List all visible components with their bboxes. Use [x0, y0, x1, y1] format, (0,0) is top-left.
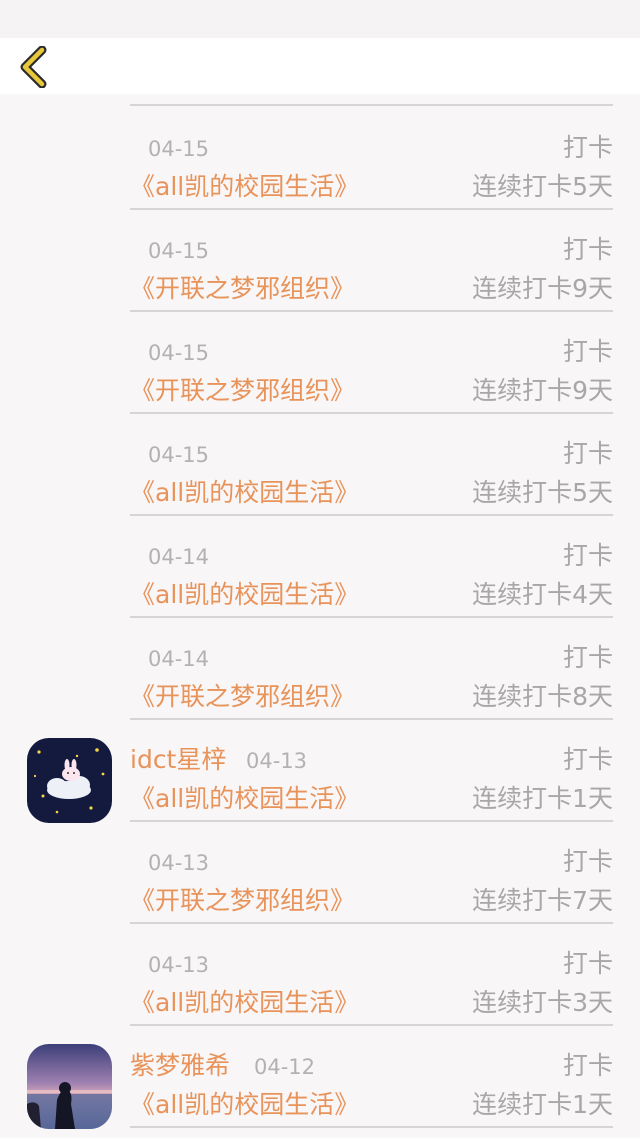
checkin-date: 04-14 — [148, 647, 210, 671]
checkin-action-label: 打卡 — [562, 541, 613, 570]
checkin-row[interactable]: 04-14 打卡 《all凯的校园生活》 连续打卡4天 — [0, 514, 640, 618]
checkin-action-label: 打卡 — [562, 1051, 613, 1080]
streak-count: 连续打卡9天 — [472, 274, 613, 303]
book-title-link[interactable]: 《all凯的校园生活》 — [130, 1088, 359, 1122]
checkin-action-label: 打卡 — [562, 847, 613, 876]
checkin-date: 04-13 — [148, 851, 210, 875]
checkin-action-label: 打卡 — [562, 949, 613, 978]
checkin-row[interactable]: 04-13 打卡 《all凯的校园生活》 连续打卡3天 — [0, 922, 640, 1026]
checkin-date: 04-13 — [246, 749, 308, 773]
streak-count: 连续打卡3天 — [472, 988, 613, 1017]
checkin-row[interactable]: 04-15 打卡 《all凯的校园生活》 连续打卡5天 — [0, 412, 640, 516]
checkin-action-label: 打卡 — [562, 439, 613, 468]
chevron-left-icon — [20, 46, 47, 88]
checkin-action-label: 打卡 — [562, 337, 613, 366]
checkin-row[interactable]: 04-14 打卡 《开联之梦邪组织》 连续打卡8天 — [0, 616, 640, 720]
checkin-date: 04-15 — [148, 137, 210, 161]
streak-count: 连续打卡5天 — [472, 172, 613, 201]
checkin-action-label: 打卡 — [562, 133, 613, 162]
checkin-row[interactable]: 04-13 打卡 《开联之梦邪组织》 连续打卡7天 — [0, 820, 640, 924]
checkin-date: 04-13 — [148, 953, 210, 977]
avatar[interactable] — [27, 1044, 112, 1129]
book-title-link[interactable]: 《开联之梦邪组织》 — [130, 272, 355, 306]
divider — [130, 1126, 613, 1128]
avatar-image — [27, 1044, 112, 1129]
checkin-row[interactable]: 04-15 打卡 《开联之梦邪组织》 连续打卡9天 — [0, 310, 640, 414]
checkin-date: 04-15 — [148, 443, 210, 467]
status-bar — [0, 0, 640, 38]
checkin-action-label: 打卡 — [562, 235, 613, 264]
checkin-action-label: 打卡 — [562, 643, 613, 672]
streak-count: 连续打卡8天 — [472, 682, 613, 711]
top-bar — [0, 38, 640, 94]
checkin-action-label: 打卡 — [562, 745, 613, 774]
avatar[interactable] — [27, 738, 112, 823]
streak-count: 连续打卡4天 — [472, 580, 613, 609]
streak-count: 连续打卡7天 — [472, 886, 613, 915]
checkin-date: 04-14 — [148, 545, 210, 569]
checkin-date: 04-12 — [254, 1055, 316, 1079]
streak-count: 连续打卡1天 — [472, 1090, 613, 1119]
checkin-list: 04-15 打卡 《all凯的校园生活》 连续打卡5天 04-15 打卡 《开联… — [0, 94, 640, 1138]
book-title-link[interactable]: 《all凯的校园生活》 — [130, 986, 359, 1020]
book-title-link[interactable]: 《开联之梦邪组织》 — [130, 884, 355, 918]
book-title-link[interactable]: 《开联之梦邪组织》 — [130, 680, 355, 714]
checkin-row[interactable]: 紫梦雅希 04-12 打卡 《all凯的校园生活》 连续打卡1天 — [0, 1024, 640, 1129]
book-title-link[interactable]: 《all凯的校园生活》 — [130, 782, 359, 816]
avatar-image — [27, 738, 112, 823]
streak-count: 连续打卡9天 — [472, 376, 613, 405]
checkin-date: 04-15 — [148, 341, 210, 365]
username-link[interactable]: idct星梓 — [130, 744, 226, 776]
book-title-link[interactable]: 《all凯的校园生活》 — [130, 170, 359, 204]
book-title-link[interactable]: 《all凯的校园生活》 — [130, 476, 359, 510]
book-title-link[interactable]: 《开联之梦邪组织》 — [130, 374, 355, 408]
checkin-date: 04-15 — [148, 239, 210, 263]
checkin-row[interactable]: idct星梓 04-13 打卡 《all凯的校园生活》 连续打卡1天 — [0, 718, 640, 823]
back-button[interactable] — [12, 44, 56, 90]
streak-count: 连续打卡1天 — [472, 784, 613, 813]
username-link[interactable]: 紫梦雅希 — [130, 1050, 230, 1082]
streak-count: 连续打卡5天 — [472, 478, 613, 507]
checkin-row[interactable]: 04-15 打卡 《all凯的校园生活》 连续打卡5天 — [0, 106, 640, 210]
book-title-link[interactable]: 《all凯的校园生活》 — [130, 578, 359, 612]
checkin-row[interactable]: 04-15 打卡 《开联之梦邪组织》 连续打卡9天 — [0, 208, 640, 312]
